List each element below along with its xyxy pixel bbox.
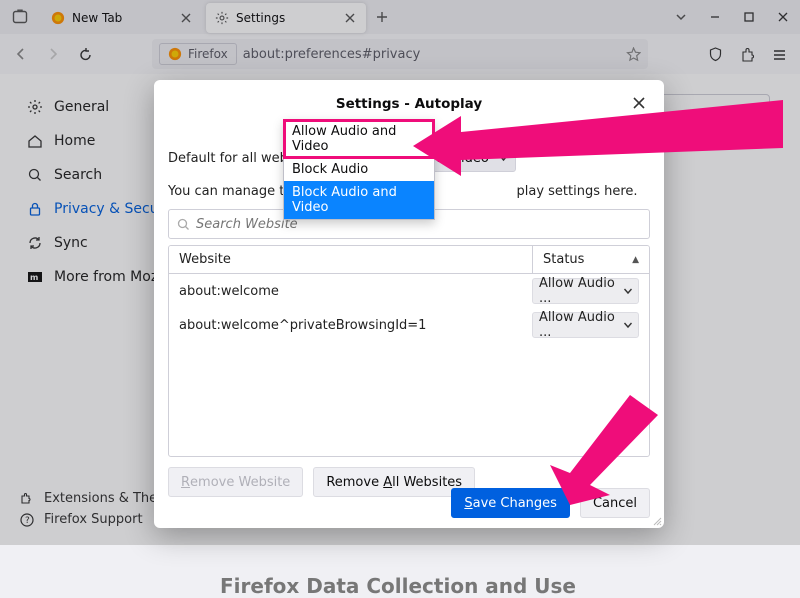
chevron-down-icon [623, 320, 632, 330]
dropdown-option-allow[interactable]: Allow Audio and Video [284, 120, 434, 158]
section-heading: Firefox Data Collection and Use [220, 574, 770, 598]
search-icon [177, 218, 190, 231]
close-icon [632, 96, 646, 110]
chevron-down-icon [623, 286, 632, 296]
column-header-status[interactable]: Status▲ [532, 246, 649, 273]
autoplay-dropdown-list: Allow Audio and Video Block Audio Block … [283, 119, 435, 220]
row-status-dropdown[interactable]: Allow Audio ... [532, 278, 639, 304]
table-row[interactable]: about:welcome Allow Audio ... [169, 274, 649, 308]
save-changes-button[interactable]: Save Changes [451, 488, 570, 518]
dialog-close-button[interactable] [628, 92, 650, 114]
resize-handle[interactable] [650, 514, 662, 526]
site-cell: about:welcome [179, 284, 532, 299]
site-cell: about:welcome^privateBrowsingId=1 [179, 318, 532, 333]
chevron-down-icon [498, 153, 509, 164]
dialog-title: Settings - Autoplay [336, 96, 482, 112]
row-status-dropdown[interactable]: Allow Audio ... [532, 312, 639, 338]
website-table: Website Status▲ about:welcome Allow Audi… [168, 245, 650, 457]
column-header-website[interactable]: Website [169, 246, 532, 273]
table-header: Website Status▲ [169, 246, 649, 274]
cancel-button[interactable]: Cancel [580, 488, 650, 518]
sort-caret-icon: ▲ [632, 255, 639, 265]
dropdown-option-block-audio[interactable]: Block Audio [284, 158, 434, 181]
remove-website-button[interactable]: Remove Website [168, 467, 303, 497]
dropdown-option-block-av[interactable]: Block Audio and Video [284, 181, 434, 219]
table-row[interactable]: about:welcome^privateBrowsingId=1 Allow … [169, 308, 649, 342]
